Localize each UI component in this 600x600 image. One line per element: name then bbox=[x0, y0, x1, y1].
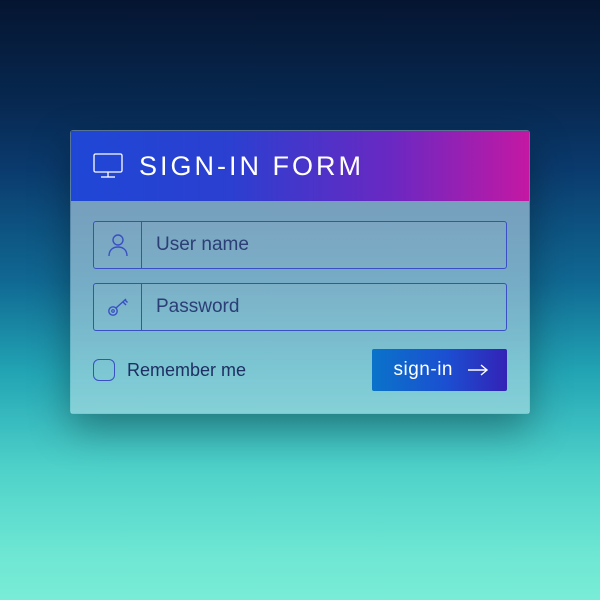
signin-card: SIGN-IN FORM bbox=[70, 130, 530, 414]
arrow-right-icon bbox=[467, 364, 489, 376]
remember-checkbox[interactable] bbox=[93, 359, 115, 381]
remember-label: Remember me bbox=[127, 360, 246, 381]
monitor-icon bbox=[93, 153, 123, 179]
password-field[interactable] bbox=[93, 283, 507, 331]
key-icon bbox=[94, 284, 142, 330]
card-header: SIGN-IN FORM bbox=[71, 131, 529, 201]
footer-row: Remember me sign-in bbox=[93, 349, 507, 391]
card-body: Remember me sign-in bbox=[71, 201, 529, 413]
signin-button-label: sign-in bbox=[394, 359, 453, 381]
remember-me[interactable]: Remember me bbox=[93, 359, 246, 381]
username-field[interactable] bbox=[93, 221, 507, 269]
signin-button[interactable]: sign-in bbox=[372, 349, 507, 391]
password-input[interactable] bbox=[142, 284, 506, 330]
user-icon bbox=[94, 222, 142, 268]
username-input[interactable] bbox=[142, 222, 506, 268]
form-title: SIGN-IN FORM bbox=[139, 151, 364, 182]
